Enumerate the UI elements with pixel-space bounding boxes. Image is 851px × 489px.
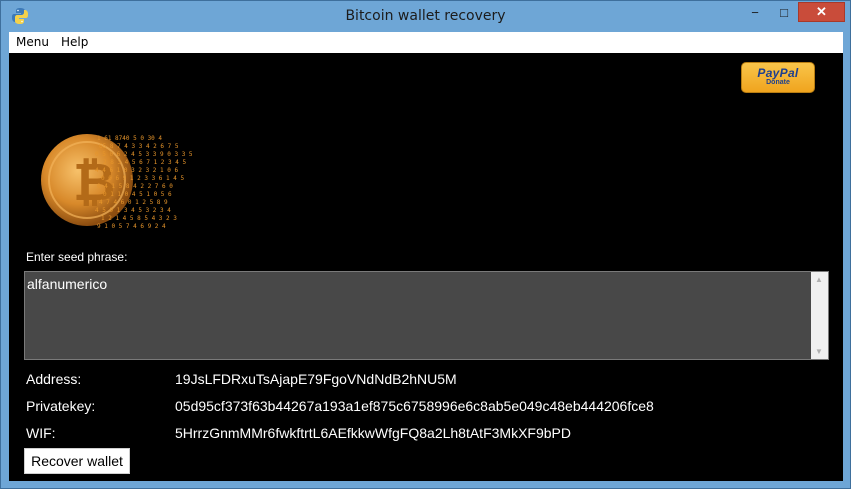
scroll-down-icon[interactable]: ▼ bbox=[815, 347, 823, 356]
svg-text:4 4 6 1 0 3 2 3 2 1 0 6: 4 4 6 1 0 3 2 3 2 1 0 6 bbox=[95, 167, 178, 174]
seed-phrase-value: alfanumerico bbox=[27, 276, 108, 292]
paypal-donate-button[interactable]: PayPal Donate bbox=[741, 62, 815, 93]
scroll-up-icon[interactable]: ▲ bbox=[815, 275, 823, 284]
svg-text:4 5 9 1 3 4 5 3 2 3 4: 4 5 9 1 3 4 5 3 2 3 4 bbox=[95, 207, 171, 214]
wif-label: WIF: bbox=[26, 425, 56, 441]
address-value: 19JsLFDRxuTsAjapE79FgoVNdNdB2hNU5M bbox=[175, 371, 457, 387]
svg-text:65 8 7 4 3 3 4 2 6 7 5: 65 8 7 4 3 3 4 2 6 7 5 bbox=[99, 143, 179, 150]
svg-text:2 8 3 4 5 6 7 1 2 3 4 5: 2 8 3 4 5 6 7 1 2 3 4 5 bbox=[103, 159, 186, 166]
minimize-button[interactable]: − bbox=[741, 2, 769, 22]
main-panel: PayPal Donate ₿ 1 61 8740 5 0 30 4 65 8 … bbox=[9, 53, 843, 481]
svg-text:0 4 1 5 8 4 2 2 7 6 0: 0 4 1 5 8 4 2 2 7 6 0 bbox=[97, 183, 173, 190]
app-window: Bitcoin wallet recovery − □ ✕ Menu Help … bbox=[0, 0, 851, 489]
wif-value: 5HrrzGnmMMr6fwkftrtL6AEfkkwWfgFQ8a2Lh8tA… bbox=[175, 425, 571, 441]
svg-text:0 1 1 0 4 5 1 0 5 6: 0 1 1 0 4 5 1 0 5 6 bbox=[103, 191, 172, 198]
svg-text:1 2 1 4 5 8 5 4 3 2 3: 1 2 1 4 5 8 5 4 3 2 3 bbox=[101, 215, 177, 222]
seed-phrase-textarea[interactable]: alfanumerico ▲ ▼ bbox=[24, 271, 829, 360]
svg-text:1 61 8740 5 0 30 4: 1 61 8740 5 0 30 4 bbox=[97, 135, 162, 142]
close-button[interactable]: ✕ bbox=[798, 2, 845, 22]
svg-text:0 5 0 6 2 4 5 3 3 9 0 3 3 5: 0 5 0 6 2 4 5 3 3 9 0 3 3 5 bbox=[95, 151, 193, 158]
seed-scrollbar[interactable]: ▲ ▼ bbox=[811, 272, 828, 359]
paypal-logo: PayPal bbox=[757, 66, 799, 80]
privatekey-value: 05d95cf373f63b44267a193a1ef875c6758996e6… bbox=[175, 398, 654, 414]
recover-wallet-button[interactable]: Recover wallet bbox=[24, 448, 130, 474]
menu-item-menu[interactable]: Menu bbox=[16, 35, 49, 49]
svg-text:4 7 4 6 0 1 2 5 8 9: 4 7 4 6 0 1 2 5 8 9 bbox=[99, 199, 168, 206]
maximize-button[interactable]: □ bbox=[771, 2, 797, 22]
bitcoin-logo-icon: ₿ 1 61 8740 5 0 30 4 65 8 7 4 3 3 4 2 6 … bbox=[41, 134, 193, 230]
svg-text:0 0 6 9 1 2 3 3 6 1 4 5: 0 0 6 9 1 2 3 3 6 1 4 5 bbox=[101, 175, 184, 182]
menu-item-help[interactable]: Help bbox=[61, 35, 88, 49]
privatekey-label: Privatekey: bbox=[26, 398, 96, 414]
menu-bar: Menu Help bbox=[9, 32, 843, 53]
svg-text:9 1 0 5 7 4 6 9 2 4: 9 1 0 5 7 4 6 9 2 4 bbox=[97, 223, 166, 230]
address-label: Address: bbox=[26, 371, 82, 387]
window-title: Bitcoin wallet recovery bbox=[345, 8, 506, 24]
title-bar[interactable]: Bitcoin wallet recovery − □ ✕ bbox=[1, 1, 850, 32]
donate-label: Donate bbox=[766, 79, 790, 86]
seed-phrase-label: Enter seed phrase: bbox=[26, 250, 128, 264]
